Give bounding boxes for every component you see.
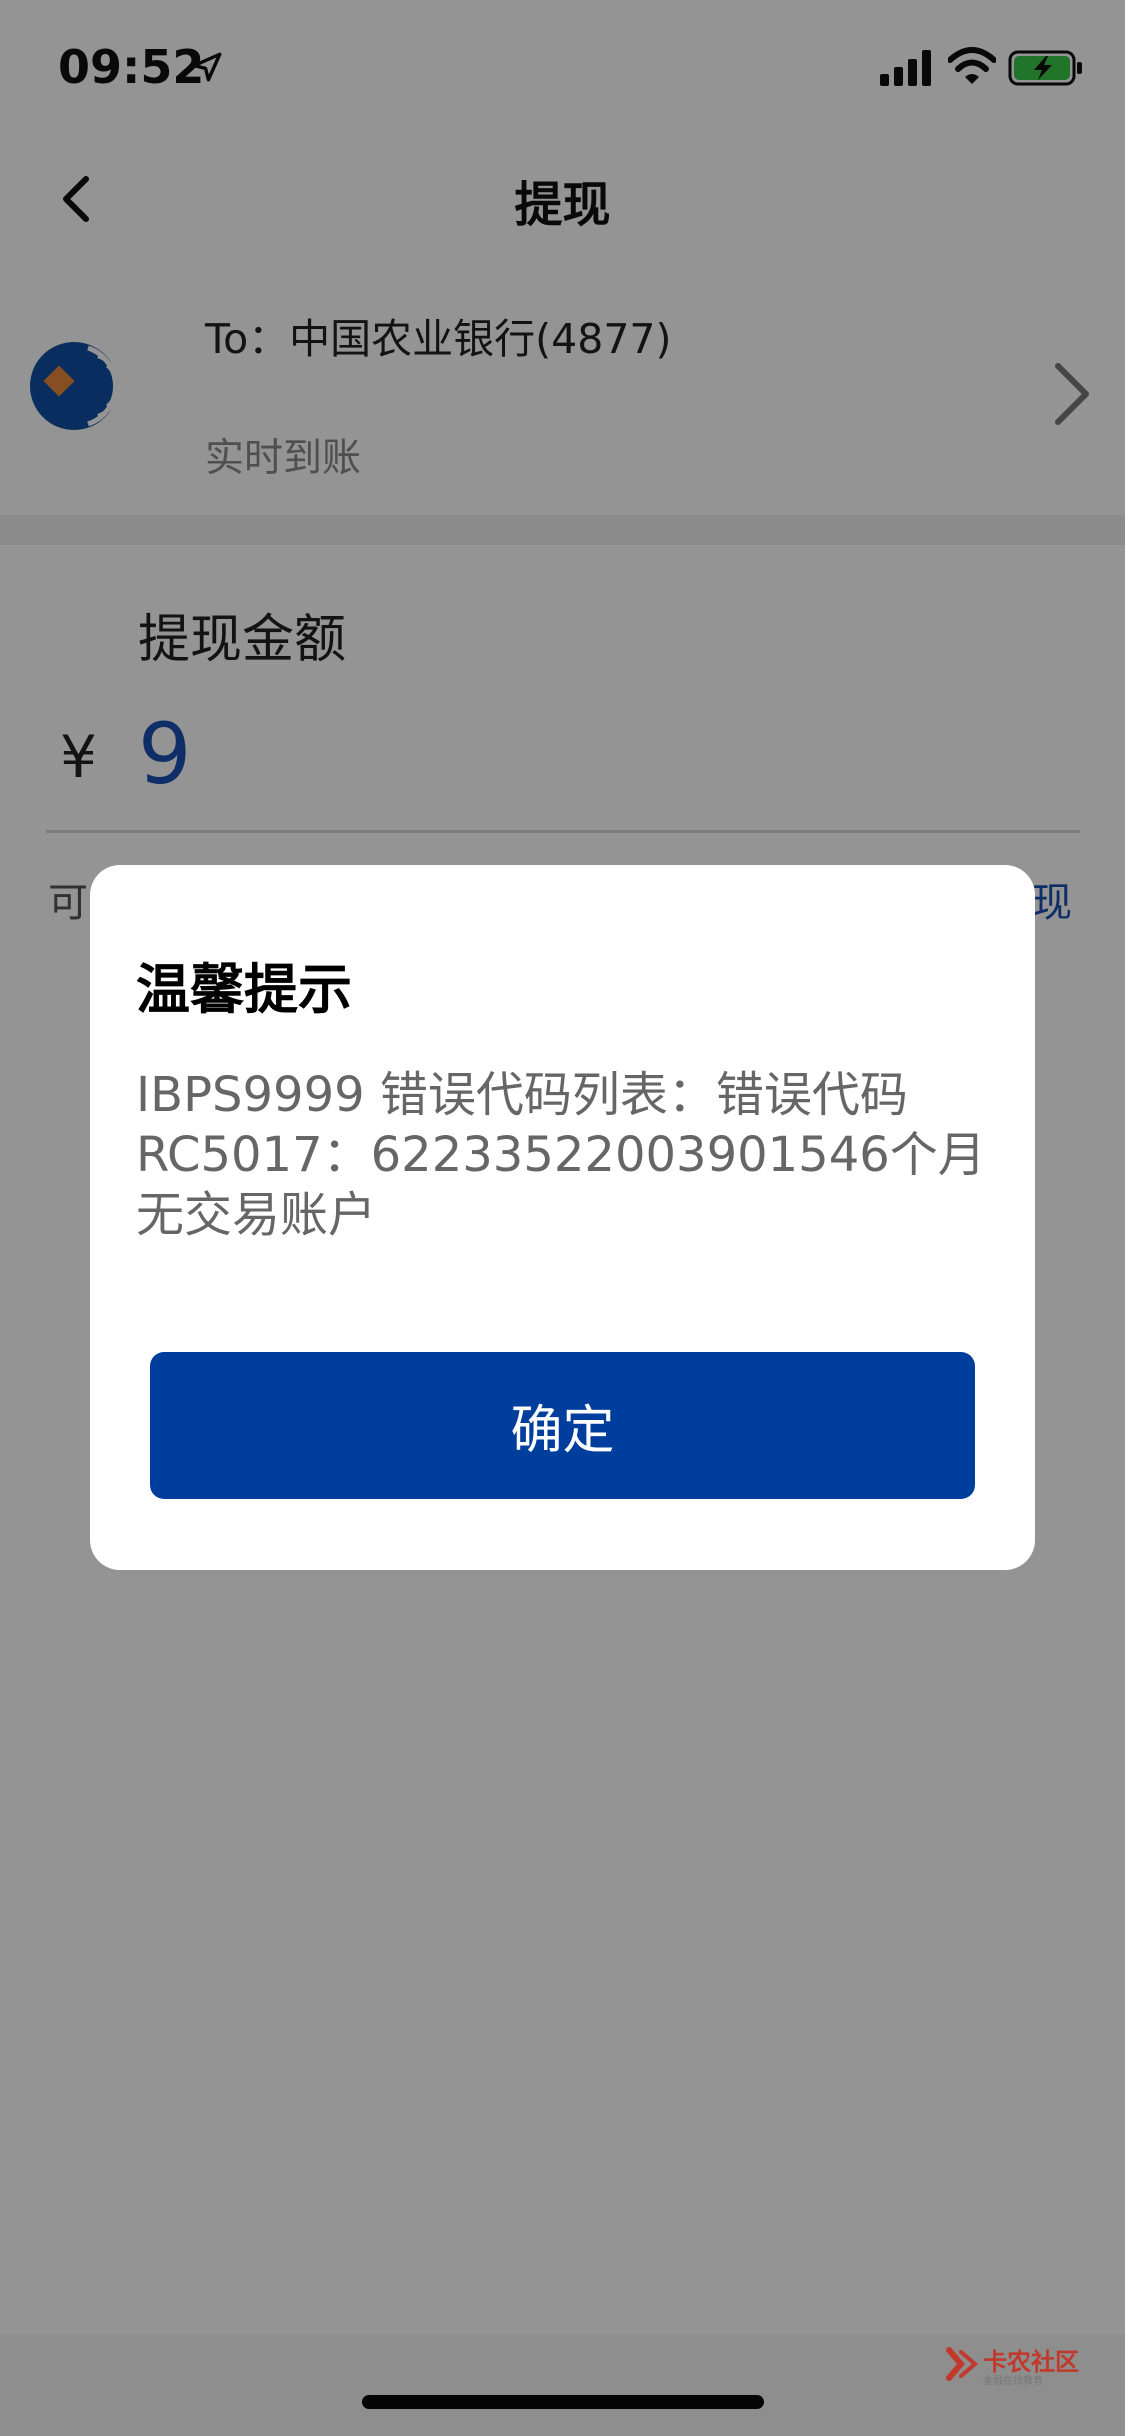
- dialog-title: 温馨提示: [136, 958, 352, 1021]
- watermark-logo-icon: [946, 2347, 979, 2381]
- watermark: 卡农社区 金融在线教育: [945, 2342, 1079, 2392]
- confirm-button[interactable]: 确定: [150, 1352, 975, 1499]
- dialog-message: IBPS9999 错误代码列表：错误代码RC5017：6223352200390…: [136, 1067, 986, 1243]
- alert-dialog: 温馨提示 IBPS9999 错误代码列表：错误代码RC5017：62233522…: [90, 865, 1035, 1570]
- home-indicator[interactable]: [362, 2395, 764, 2409]
- withdraw-screen: 09:52 提现 To：中国农业银行(4877) 实时到账 提现金额 ¥ 9 可…: [0, 0, 1125, 2436]
- watermark-subtext: 金融在线教育: [983, 2376, 1043, 2387]
